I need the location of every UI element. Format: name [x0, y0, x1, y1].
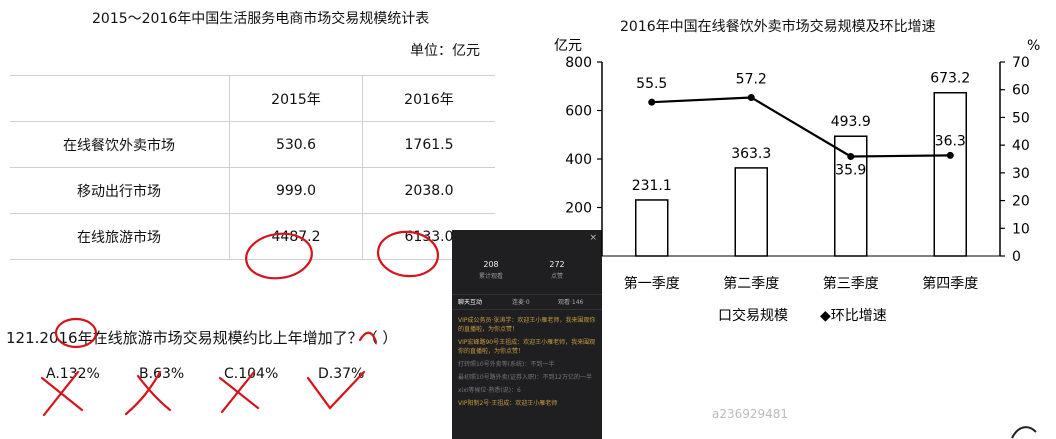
left-axis-unit: 亿元 — [554, 38, 582, 54]
chat-messages: VIP成公务员·张涛学：欢迎王小雁老师，我来围观你的直播啦，为你点赞！ VIP宏… — [458, 316, 598, 412]
legend-line-label: ◆环比增速 — [820, 308, 887, 324]
growth-value-label: 57.2 — [736, 71, 767, 87]
right-tick-label: 0 — [1012, 249, 1021, 265]
growth-point — [946, 151, 954, 159]
category-label: 第四季度 — [922, 275, 978, 292]
bar — [734, 167, 768, 257]
growth-point — [747, 93, 755, 101]
chat-message: 最初照10号路外卖(证券入职)：不到12万亿的一半 — [458, 374, 592, 381]
left-tick-label: 600 — [565, 104, 592, 120]
right-tick-label: 40 — [1012, 138, 1030, 154]
bar-value-label: 363.3 — [731, 146, 771, 162]
combo-chart: 亿元 % 200 400 600 800 0 10 20 30 40 50 60 70 231.1 363.3… — [554, 38, 1040, 324]
tab-chat[interactable]: 聊天互动 — [458, 297, 482, 306]
bar — [933, 91, 967, 257]
check-d — [306, 370, 366, 410]
right-tick-label: 60 — [1012, 83, 1030, 99]
right-tick-label: 70 — [1012, 55, 1030, 71]
category-label: 第一季度 — [624, 275, 680, 292]
growth-line — [651, 96, 951, 158]
right-tick-label: 10 — [1012, 221, 1030, 237]
growth-point — [648, 98, 656, 106]
left-tick-label: 400 — [565, 152, 592, 168]
bar-value-label: 493.9 — [831, 114, 871, 130]
stat-views: 208 累计观看 — [478, 260, 503, 280]
growth-value-label: 55.5 — [636, 76, 667, 92]
right-tick-label: 30 — [1012, 166, 1030, 182]
growth-value-label: 35.9 — [835, 163, 866, 179]
bar-value-label: 231.1 — [632, 178, 672, 194]
watermark: a236929481 — [712, 407, 789, 421]
cross-a — [40, 370, 84, 417]
tab-mic[interactable]: 连麦·0 — [512, 297, 530, 306]
legend-bar-label: 口交易规模 — [718, 307, 788, 324]
chat-message: xixi等候位·熟悉(说)：6 — [458, 387, 521, 394]
growth-point — [847, 153, 855, 161]
bar-value-label: 673.2 — [930, 71, 970, 87]
bar — [635, 199, 669, 257]
cursor-icon — [1011, 426, 1037, 439]
right-axis-unit: % — [1027, 38, 1040, 54]
circle-6133 — [376, 230, 440, 278]
circle-4487 — [245, 232, 313, 280]
chat-message: VIP阳制2号·王祖成：欢迎王小雁老师 — [458, 400, 558, 407]
cross-c — [218, 370, 260, 414]
right-tick-label: 20 — [1012, 194, 1030, 210]
chat-message: 打转照10号外卖等(系统)：不到一半 — [458, 361, 555, 368]
left-tick-label: 800 — [565, 55, 592, 71]
circle-2016 — [54, 317, 98, 349]
growth-value-label: 36.3 — [935, 133, 966, 149]
left-tick-label: 200 — [565, 201, 592, 217]
category-label: 第二季度 — [723, 275, 779, 292]
squiggle-mark — [358, 331, 378, 344]
cross-b — [124, 370, 172, 416]
category-label: 第三季度 — [823, 275, 879, 292]
chat-message: VIP宏峰路90号王祖成：欢迎王小雁老师，我来围观你的直播啦，为你点赞！ — [458, 339, 596, 355]
right-tick-label: 50 — [1012, 110, 1030, 126]
